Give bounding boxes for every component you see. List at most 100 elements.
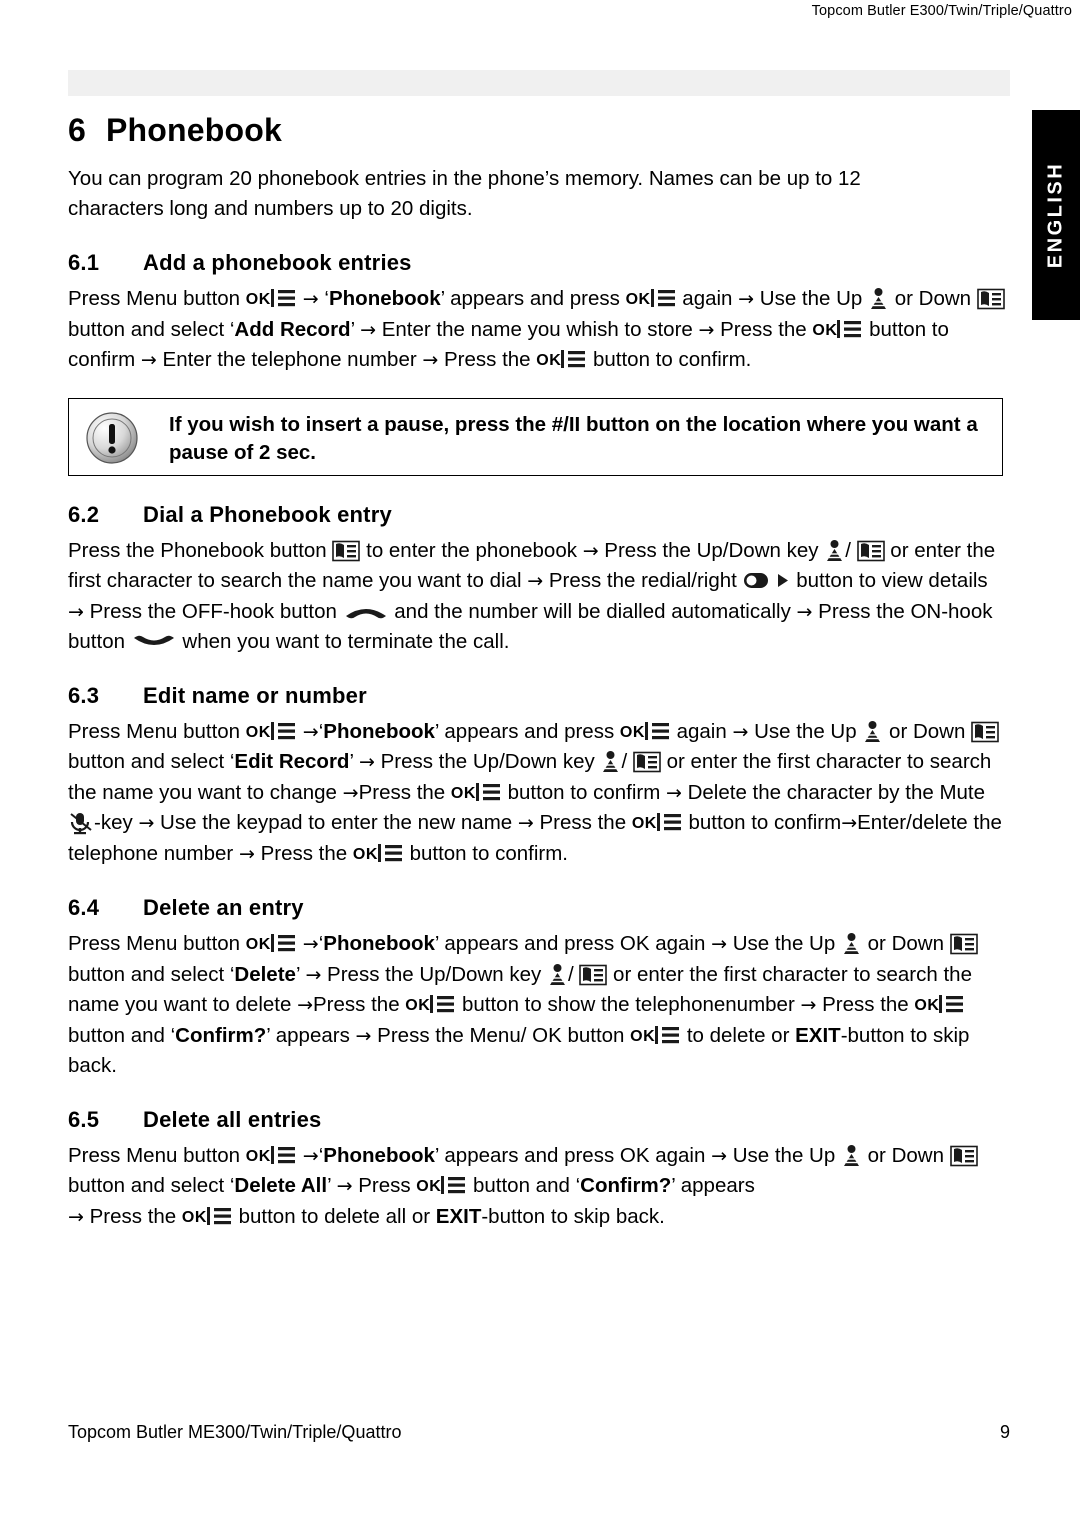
text: button to view details (790, 569, 988, 592)
menu-key-icon (837, 319, 863, 340)
text: ’ (327, 1174, 337, 1197)
redial-right-key-icon (743, 571, 791, 591)
up-key-icon (824, 539, 845, 563)
text: ‘ (318, 287, 329, 310)
arrow: → (296, 1144, 319, 1167)
section-heading-6-2: 6.2 Dial a Phonebook entry (68, 502, 1008, 528)
ok-label: OK (630, 1027, 656, 1045)
text: to enter the phonebook (360, 538, 583, 562)
text: Press the (254, 841, 353, 865)
text: or Down (889, 287, 977, 310)
section-heading-6-5: 6.5 Delete all entries (68, 1107, 1008, 1133)
arrow: → (296, 720, 319, 743)
arrow: → (527, 570, 544, 592)
section-heading-6-3: 6.3 Edit name or number (68, 683, 1008, 709)
section-title-6-4: Delete an entry (143, 895, 304, 920)
section-heading-6-1: 6.1 Add a phonebook entries (68, 250, 1008, 276)
arrow: → (238, 842, 255, 865)
menu-key-icon (270, 933, 297, 954)
offhook-key-icon (343, 603, 389, 621)
text: Press the Up/Down key (321, 962, 547, 986)
up-key-icon (841, 932, 862, 956)
section-number-6-1: 6.1 (68, 250, 100, 275)
text: ’ (295, 962, 306, 986)
section-body-6-5: Press Menu button OK →‘Phonebook’ appear… (68, 1141, 1008, 1233)
text: or Down (883, 719, 972, 743)
arrow: → (517, 812, 534, 834)
text: Use the keypad to enter the new name (154, 811, 518, 834)
text: Press Menu button (68, 287, 246, 310)
arrow: → (360, 318, 377, 341)
section-body-6-3: Press Menu button OK →‘Phonebook’ appear… (68, 717, 1008, 870)
text: again (676, 287, 739, 310)
emphasis: EXIT (795, 1023, 841, 1047)
text: Use the Up (754, 287, 869, 310)
text: button to show the telephonenumber (456, 993, 801, 1016)
text: ’ appears and press (434, 719, 620, 743)
text: ’ appears (671, 1174, 755, 1197)
arrow: → (738, 288, 755, 310)
text: Use the Up (748, 719, 863, 743)
menu-key-icon (655, 1025, 681, 1046)
text: button and ‘ (68, 1023, 176, 1047)
text: Press the Up/Down key (374, 750, 601, 773)
text: Enter the telephone number (156, 348, 423, 371)
text: button to delete all or (232, 1204, 436, 1228)
mute-key-icon (68, 811, 94, 835)
text: button to confirm. (403, 841, 568, 865)
menu-key-icon (644, 721, 671, 742)
down-key-icon (976, 288, 1005, 310)
menu-key-icon (270, 1145, 297, 1166)
menu-key-icon (650, 288, 677, 309)
up-key-icon (868, 287, 889, 311)
text: Press Menu button (68, 1143, 246, 1167)
text: Delete the character by the Mute (681, 780, 986, 804)
down-key-icon (633, 751, 661, 773)
text: button and select ‘ (68, 317, 235, 341)
ok-label: OK (631, 815, 657, 832)
menu-key-icon (561, 349, 587, 370)
text: / (621, 750, 633, 773)
ok-label: OK (405, 997, 431, 1014)
section-number-6-2: 6.2 (68, 501, 100, 527)
note-box: If you wish to insert a pause, press the… (68, 397, 1003, 476)
language-tab-label: ENGLISH (1044, 161, 1067, 269)
text: button and ‘ (467, 1174, 581, 1197)
exclamation-icon (85, 411, 139, 465)
emphasis: Phonebook (328, 287, 441, 310)
chapter-number: 6 (68, 112, 86, 148)
header-product-title: Topcom Butler E300/Twin/Triple/Quattro (811, 3, 1072, 19)
emphasis: Edit Record (234, 750, 350, 773)
text: button to confirm (501, 780, 666, 804)
section-number-6-3: 6.3 (68, 682, 100, 708)
menu-key-icon (270, 288, 297, 309)
text: button to confirm (682, 811, 842, 834)
text: or Down (861, 932, 950, 955)
text: Press Menu button (68, 719, 246, 743)
text: button and select ‘ (68, 1174, 235, 1197)
menu-key-icon (441, 1175, 467, 1196)
text: -key (94, 811, 139, 834)
arrow: → (297, 994, 313, 1016)
text: again (670, 719, 733, 743)
ok-label: OK (245, 936, 271, 953)
section-title-6-3: Edit name or number (143, 682, 367, 708)
page-title: 6 Phonebook (68, 112, 282, 149)
note-text: If you wish to insert a pause, press the… (169, 412, 978, 464)
emphasis: Add Record (234, 317, 351, 341)
text: Press the (533, 811, 632, 834)
arrow: → (711, 1144, 727, 1167)
emphasis: Delete (234, 962, 296, 986)
menu-key-icon (377, 843, 404, 864)
ok-label: OK (181, 1208, 207, 1226)
menu-key-icon (430, 994, 456, 1015)
text: ’ appears and press OK again (434, 932, 712, 955)
emphasis: Phonebook (323, 932, 435, 955)
arrow: → (355, 1024, 372, 1047)
emphasis: Confirm? (580, 1174, 672, 1197)
ok-label: OK (352, 845, 378, 863)
down-key-icon (971, 721, 999, 743)
arrow: → (582, 539, 599, 562)
arrow: → (841, 812, 858, 834)
down-key-icon (949, 1145, 978, 1167)
